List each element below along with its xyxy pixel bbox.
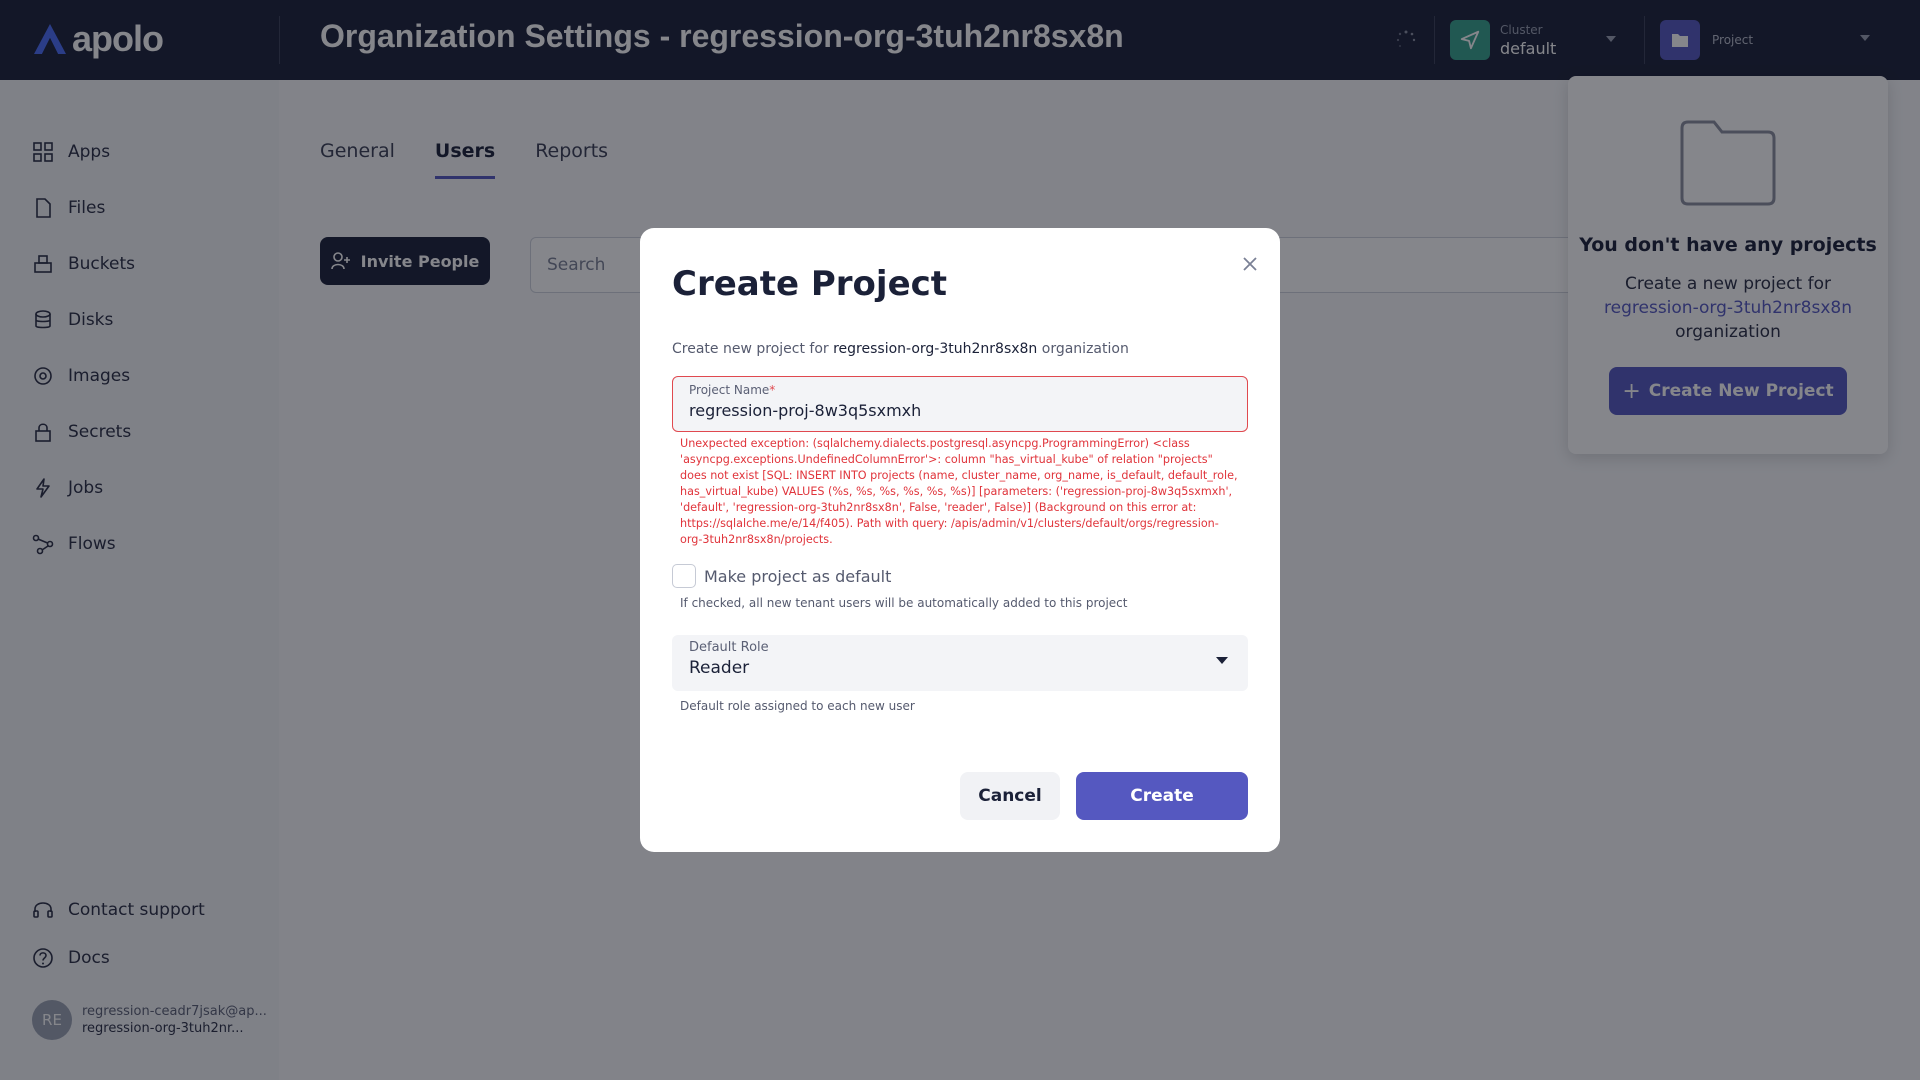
required-mark: * (769, 383, 776, 397)
project-name-label-text: Project Name (689, 383, 770, 397)
create-button[interactable]: Create (1076, 772, 1248, 820)
default-role-select[interactable]: Default Role Reader (672, 635, 1248, 691)
cancel-button[interactable]: Cancel (960, 772, 1060, 820)
default-role-help: Default role assigned to each new user (680, 699, 915, 713)
dialog-title: Create Project (672, 264, 948, 304)
create-project-dialog: Create Project Create new project for re… (640, 228, 1280, 852)
default-project-help: If checked, all new tenant users will be… (680, 596, 1128, 610)
default-project-checkbox[interactable] (672, 564, 696, 588)
subtitle-org: regression-org-3tuh2nr8sx8n (833, 341, 1038, 357)
project-name-value: regression-proj-8w3q5sxmxh (689, 401, 922, 420)
chevron-down-icon (1216, 657, 1228, 664)
default-role-label: Default Role (689, 640, 769, 655)
project-name-field[interactable]: Project Name* regression-proj-8w3q5sxmxh (672, 376, 1248, 432)
subtitle-prefix: Create new project for (672, 341, 829, 357)
dialog-subtitle: Create new project for regression-org-3t… (672, 341, 1129, 357)
default-project-checkbox-row[interactable]: Make project as default (672, 564, 891, 588)
subtitle-suffix: organization (1041, 341, 1129, 357)
default-role-value: Reader (689, 658, 750, 678)
close-icon[interactable] (1238, 252, 1262, 276)
error-message: Unexpected exception: (sqlalchemy.dialec… (680, 437, 1238, 546)
default-project-label: Make project as default (704, 566, 892, 586)
project-name-label: Project Name* (689, 383, 775, 397)
